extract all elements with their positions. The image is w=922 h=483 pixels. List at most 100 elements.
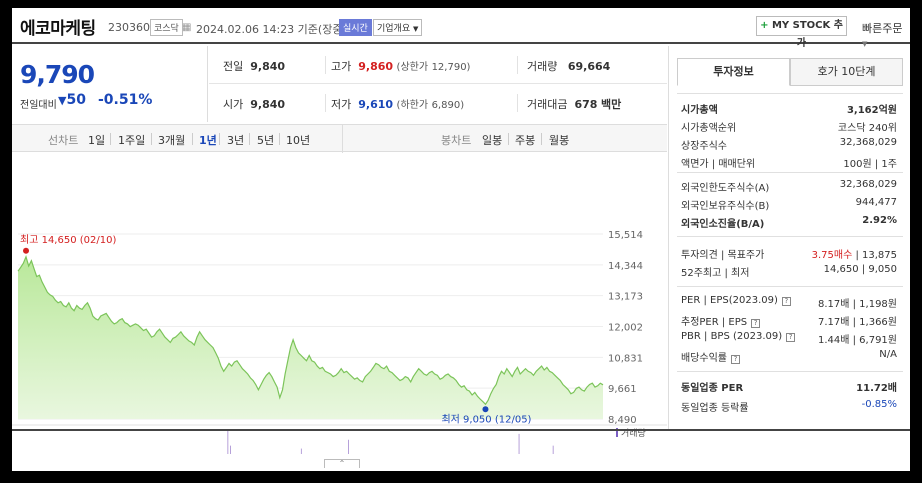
quote-stats: 전일 9,840 고가 9,860 (상한가 12,790) 거래량 69,66…	[209, 46, 667, 122]
add-my-stock-button[interactable]: + MY STOCK 추가	[756, 16, 847, 49]
divider	[677, 172, 903, 173]
info-label: 외국인한도주식수(A)	[681, 183, 770, 194]
market-cap-group: 시가총액 3,162억원 시가총액순위 코스닥 240위 상장주식수 32,368,029…	[681, 101, 897, 173]
chevron-up-icon: ⌃	[338, 459, 346, 468]
info-row: 배당수익률? N/A	[681, 349, 897, 367]
divider	[151, 133, 152, 145]
divider	[279, 133, 280, 145]
volume-value: 69,664	[567, 60, 611, 73]
info-label: 투자의견 | 목표주가	[681, 250, 765, 261]
info-value: 32,368,029	[839, 137, 897, 148]
prev-close-value: 9,840	[250, 60, 286, 73]
tab-daily[interactable]: 일봉	[482, 132, 502, 148]
divider	[517, 56, 518, 74]
quick-order-button[interactable]: 빠른주문 ▼	[862, 20, 910, 49]
chart-expand-handle[interactable]: ⌃	[324, 459, 360, 468]
volume-label: 거래량	[527, 60, 558, 73]
investment-info-panel: 투자정보 호가 10단계 시가총액 3,162억원 시가총액순위 코스닥 240위 상장…	[668, 46, 910, 429]
calendar-icon: ▦	[182, 22, 192, 33]
tab-1week[interactable]: 1주일	[118, 132, 145, 148]
tab-orderbook[interactable]: 호가 10단계	[790, 58, 903, 86]
info-label: 시가총액순위	[681, 123, 737, 134]
panel-bottom-border	[12, 429, 910, 431]
info-row: 투자의견 | 목표주가 3.75매수 | 13,875	[681, 246, 897, 264]
tab-5year[interactable]: 5년	[257, 132, 274, 148]
info-value: 1.44배 | 6,791원	[817, 335, 897, 346]
stock-code: 230360	[108, 21, 150, 34]
company-overview-dropdown[interactable]: 기업개요 ▼	[373, 19, 423, 36]
divider	[677, 286, 903, 287]
info-value: 100원 | 1주	[843, 159, 897, 170]
y-tick-label: 13,173	[608, 292, 643, 303]
info-label: 상장주식수	[681, 141, 727, 152]
stock-name[interactable]: 에코마케팅	[20, 14, 96, 39]
info-value: 944,477	[855, 197, 897, 208]
tab-3year[interactable]: 3년	[227, 132, 244, 148]
info-value: 코스닥 240위	[837, 123, 897, 134]
tab-1day[interactable]: 1일	[88, 132, 105, 148]
chart-period-tabs: 선차트 1일 1주일 3개월 1년 3년 5년 10년 봉차트 일봉 주봉 월봉	[12, 124, 667, 153]
info-row: PBR | BPS (2023.09)? 1.44배 | 6,791원	[681, 331, 897, 349]
stock-header: 에코마케팅 230360 코스닥 ▦ 2024.02.06 14:23 기준(장…	[12, 8, 910, 49]
info-label: PER | EPS(2023.09)?	[681, 295, 791, 306]
open-value: 9,840	[250, 98, 286, 111]
divider	[677, 93, 903, 94]
info-value-opinion: 3.75매수	[811, 250, 853, 261]
info-value: 3,162억원	[846, 105, 897, 116]
info-label: 동일업종 PER	[681, 383, 744, 394]
current-price: 9,790	[20, 60, 95, 89]
high-value: 9,860	[358, 60, 394, 73]
info-label: 배당수익률?	[681, 349, 740, 364]
info-label: 외국인보유주식수(B)	[681, 201, 770, 212]
info-row: 동일업종 PER 11.72배	[681, 379, 897, 399]
info-value: 2.92%	[862, 215, 897, 226]
help-icon: ?	[731, 355, 740, 364]
company-overview-label: 기업개요	[377, 24, 411, 34]
quick-order-label: 빠른주문	[862, 22, 903, 35]
info-row: 외국인소진율(B/A) 2.92%	[681, 215, 897, 233]
add-my-stock-label: MY STOCK 추가	[771, 20, 843, 49]
info-label: 외국인소진율(B/A)	[681, 219, 765, 230]
info-value: 11.72배	[856, 383, 897, 394]
divider	[110, 133, 111, 145]
price-box: 9,790 전일대비 ▼50 -0.51%	[12, 46, 208, 122]
divider	[541, 133, 542, 145]
divider	[677, 371, 903, 372]
info-row: 52주최고 | 최저 14,650 | 9,050	[681, 264, 897, 282]
price-chart[interactable]: 15,514 14,344 13,173 12,002 10,831 9,661 8,490…	[12, 154, 667, 454]
invest-tabs: 투자정보 호가 10단계	[677, 58, 903, 86]
high-price: 고가 9,860 (상한가 12,790)	[331, 58, 470, 74]
divider	[192, 133, 193, 145]
tab-monthly[interactable]: 월봉	[549, 132, 569, 148]
tab-1year[interactable]: 1년	[199, 132, 217, 148]
prev-close-label: 전일	[223, 60, 244, 73]
info-value: 32,368,029	[839, 179, 897, 190]
info-value-target: | 13,875	[852, 250, 897, 261]
info-label: 추정PER | EPS?	[681, 313, 761, 328]
realtime-button[interactable]: 실시간	[339, 19, 372, 36]
amount-unit: 백만	[600, 98, 622, 111]
info-row: PER | EPS(2023.09)? 8.17배 | 1,198원	[681, 295, 897, 313]
tab-3month[interactable]: 3개월	[158, 132, 185, 148]
divider	[677, 236, 903, 237]
y-tick-label: 14,344	[608, 261, 643, 272]
divider	[517, 94, 518, 112]
y-tick-label: 12,002	[608, 323, 643, 334]
high-label: 고가	[331, 60, 352, 73]
low-label: 저가	[331, 98, 352, 111]
change-percent: -0.51%	[98, 92, 153, 108]
change-amount: 50	[66, 92, 86, 108]
foreign-ownership-group: 외국인한도주식수(A) 32,368,029 외국인보유주식수(B) 944,477 외…	[681, 179, 897, 233]
open-label: 시가	[223, 98, 244, 111]
amount-label: 거래대금	[527, 98, 568, 111]
upper-limit-value: 12,790)	[431, 62, 471, 73]
info-row: 추정PER | EPS? 7.17배 | 1,366원	[681, 313, 897, 331]
low-price: 저가 9,610 (하한가 6,890)	[331, 96, 464, 112]
info-value: 14,650 | 9,050	[823, 264, 897, 275]
lower-limit-value: 6,890)	[431, 100, 465, 111]
tab-10year[interactable]: 10년	[286, 132, 310, 148]
max-marker	[23, 247, 30, 254]
tab-invest-info[interactable]: 투자정보	[677, 58, 790, 86]
tab-weekly[interactable]: 주봉	[515, 132, 535, 148]
info-value: 8.17배 | 1,198원	[817, 299, 897, 310]
